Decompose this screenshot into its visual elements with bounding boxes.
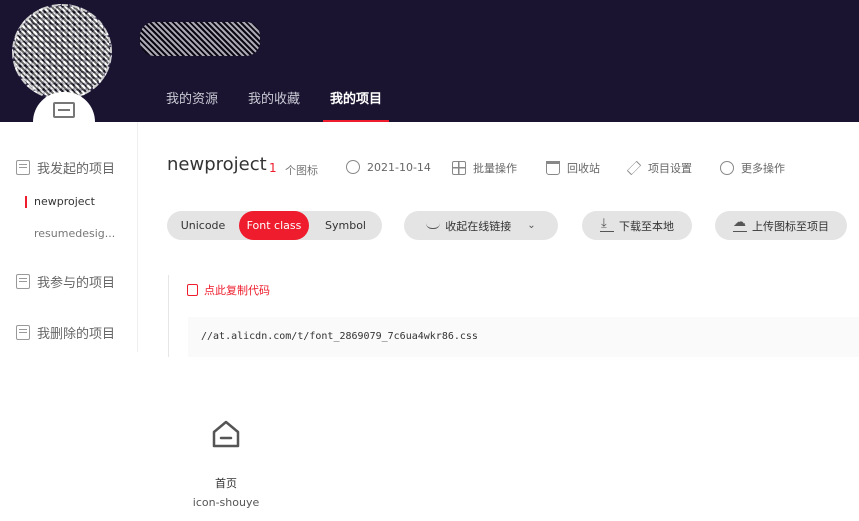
more-actions-label: 更多操作 (741, 162, 785, 175)
sidebar-group-participated[interactable]: 我参与的项目 (16, 272, 115, 291)
avatar-image (14, 6, 110, 98)
sidebar-group-label: 我参与的项目 (37, 276, 116, 291)
tab-symbol[interactable]: Symbol (309, 211, 382, 240)
document-icon (16, 160, 30, 175)
cloud-upload-icon (733, 215, 747, 232)
user-avatar[interactable] (12, 4, 112, 100)
copy-code-label: 点此复制代码 (204, 284, 270, 297)
more-dots-icon (720, 161, 734, 175)
created-date: 2021-10-14 (346, 160, 431, 174)
document-search-icon (16, 274, 30, 289)
icon-count-label: 个图标 (285, 164, 318, 177)
project-title: newproject (167, 154, 267, 175)
nav-my-favorites[interactable]: 我的收藏 (248, 88, 300, 122)
batch-action-label: 批量操作 (473, 162, 517, 175)
document-delete-icon (16, 325, 30, 340)
recycle-bin-label: 回收站 (567, 162, 600, 175)
code-area: 点此复制代码 //at.alicdn.com/t/font_2869079_7c… (168, 275, 859, 357)
icon-card[interactable]: 首页 icon-shouye (186, 410, 266, 515)
sidebar-group-label: 我发起的项目 (37, 162, 116, 177)
sidebar-item-resumedesign[interactable]: resumedesig... (34, 227, 115, 240)
home-icon (212, 420, 240, 448)
trash-icon (546, 161, 560, 175)
upload-icons-label: 上传图标至项目 (752, 219, 829, 233)
project-settings-button[interactable]: 项目设置 (626, 160, 692, 176)
project-sidebar: 我发起的项目 newproject resumedesig... 我参与的项目 … (0, 122, 138, 352)
sidebar-group-deleted[interactable]: 我删除的项目 (16, 323, 115, 342)
recycle-bin-button[interactable]: 回收站 (546, 160, 600, 176)
upload-icons-button[interactable]: 上传图标至项目 (715, 211, 847, 240)
download-local-label: 下载至本地 (619, 219, 674, 233)
toggle-online-link-label: 收起在线链接 (445, 219, 512, 233)
icon-name: 首页 (215, 477, 237, 490)
sidebar-item-newproject[interactable]: newproject (34, 195, 95, 208)
icon-count: 1 (269, 161, 277, 175)
clock-icon (346, 160, 360, 174)
batch-action-button[interactable]: 批量操作 (452, 160, 517, 176)
username-redacted (140, 22, 260, 56)
toggle-online-link-button[interactable]: 收起在线链接 ⌄ (404, 211, 558, 240)
sidebar-group-initiated[interactable]: 我发起的项目 (16, 158, 115, 177)
grid-icon (452, 161, 466, 175)
copy-icon (187, 284, 198, 296)
format-tabs: Unicode Font class Symbol (167, 211, 382, 240)
nav-my-resources[interactable]: 我的资源 (166, 88, 218, 122)
icon-class-name: icon-shouye (192, 496, 260, 509)
css-link-text[interactable]: //at.alicdn.com/t/font_2869079_7c6ua4wkr… (201, 331, 478, 342)
sidebar-group-label: 我删除的项目 (37, 327, 116, 342)
id-card-icon[interactable] (53, 102, 75, 118)
main-nav: 我的资源 我的收藏 我的项目 (166, 88, 412, 122)
profile-header: 我的资源 我的收藏 我的项目 (0, 0, 859, 122)
pencil-icon (626, 160, 642, 176)
date-text: 2021-10-14 (367, 160, 431, 174)
active-project-marker (25, 196, 27, 208)
project-settings-label: 项目设置 (648, 162, 692, 175)
nav-my-projects[interactable]: 我的项目 (323, 88, 390, 122)
code-box[interactable]: //at.alicdn.com/t/font_2869079_7c6ua4wkr… (188, 317, 859, 357)
tab-unicode[interactable]: Unicode (167, 211, 239, 240)
copy-code-link[interactable]: 点此复制代码 (187, 282, 270, 298)
download-icon (600, 216, 614, 232)
eye-closed-icon (426, 223, 441, 229)
tab-font-class[interactable]: Font class (239, 211, 309, 240)
chevron-down-icon: ⌄ (527, 220, 536, 231)
download-local-button[interactable]: 下载至本地 (582, 211, 692, 240)
more-actions-button[interactable]: 更多操作 (720, 160, 785, 176)
